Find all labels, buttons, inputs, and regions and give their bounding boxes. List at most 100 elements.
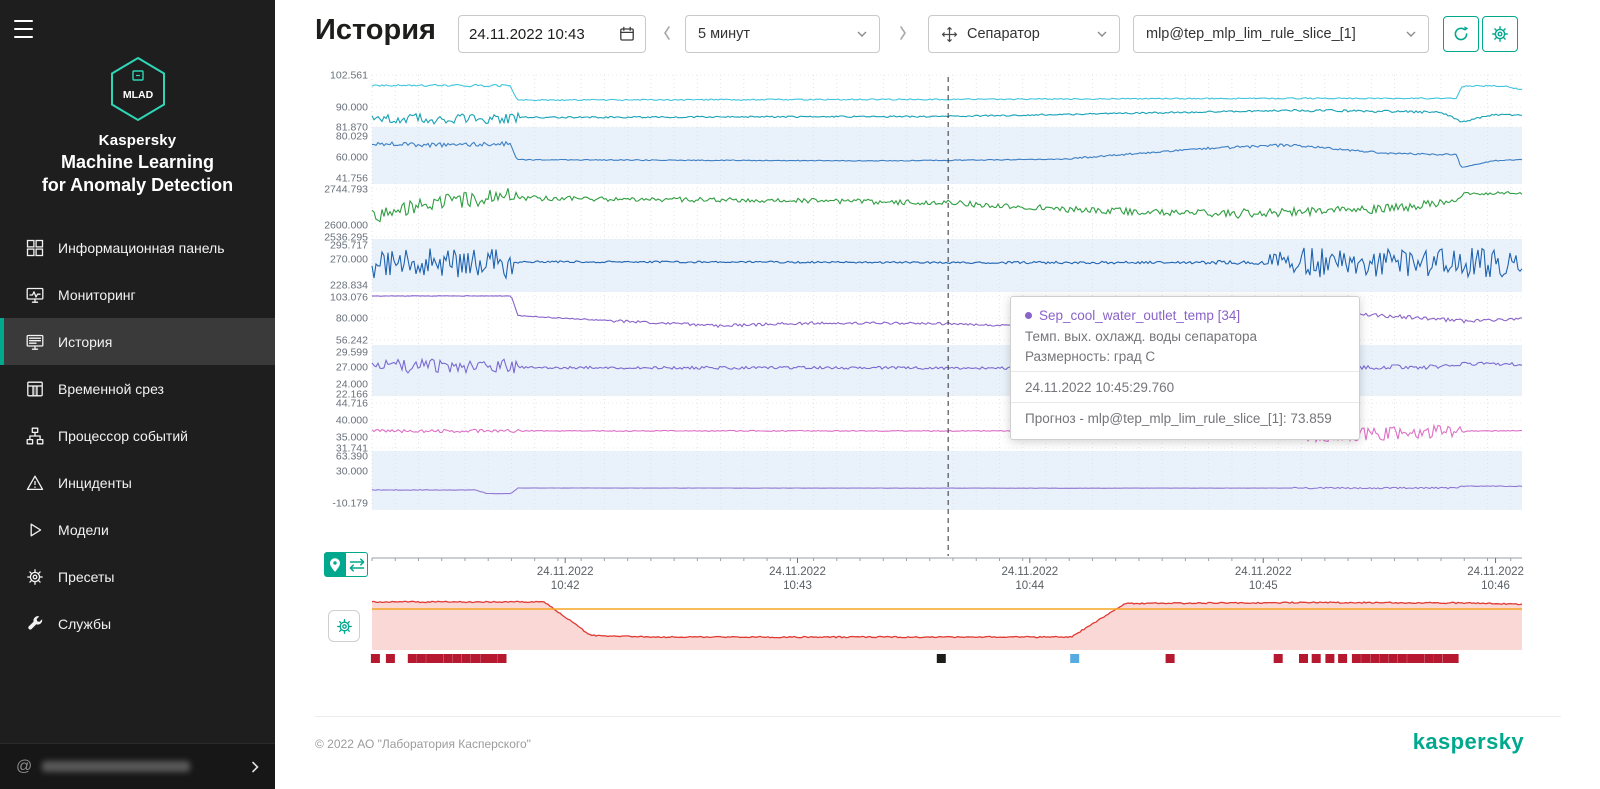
event-marker-red[interactable] [1325, 654, 1334, 663]
chevron-right-icon[interactable] [251, 761, 259, 773]
event-marker-red[interactable] [408, 654, 417, 663]
event-marker-red[interactable] [471, 654, 480, 663]
x-axis-label: 10:46 [1481, 580, 1510, 592]
y-axis-label: 2536.295 [324, 232, 368, 244]
series-line-1[interactable] [372, 84, 1522, 100]
event-marker-red[interactable] [417, 654, 426, 663]
y-axis-label: 24.000 [336, 379, 368, 391]
chevron-down-icon [1097, 31, 1107, 37]
y-axis-label: 27.000 [336, 362, 368, 374]
y-axis-label: 80.029 [336, 131, 368, 143]
model-select[interactable]: mlp@tep_mlp_lim_rule_slice_[1] [1133, 15, 1429, 53]
chart-tooltip: Sep_cool_water_outlet_temp [34] Темп. вы… [1010, 296, 1360, 440]
tooltip-series-title: Sep_cool_water_outlet_temp [34] [1025, 306, 1345, 326]
sidebar-item-presets[interactable]: Пресеты [0, 553, 275, 600]
y-axis-label: 30.000 [336, 466, 368, 478]
event-marker-red[interactable] [1434, 654, 1443, 663]
y-axis-label: 103.076 [330, 292, 368, 304]
dashboard-icon [26, 239, 44, 257]
user-account-strip[interactable]: @ [0, 743, 275, 789]
sidebar-item-incidents[interactable]: Инциденты [0, 459, 275, 506]
anomaly-score-line[interactable] [372, 601, 1522, 637]
chart-settings-button[interactable] [1482, 16, 1518, 52]
incidents-warning-icon [26, 474, 44, 492]
calendar-icon[interactable] [619, 26, 635, 42]
y-axis-label: -10.179 [332, 498, 368, 510]
series-line-4[interactable] [372, 188, 1522, 221]
series-line-3[interactable] [372, 142, 1522, 167]
sidebar-item-time-slice[interactable]: Временной срез [0, 365, 275, 412]
event-marker-red[interactable] [1361, 654, 1370, 663]
event-marker-red[interactable] [1424, 654, 1433, 663]
event-marker-red[interactable] [1338, 654, 1347, 663]
y-axis-label: 22.166 [336, 389, 368, 401]
event-marker-red[interactable] [371, 654, 380, 663]
series-line-2[interactable] [372, 109, 1522, 123]
step-back-button[interactable] [661, 24, 673, 42]
anomaly-settings-button[interactable] [328, 610, 360, 642]
event-marker-red[interactable] [426, 654, 435, 663]
swap-arrows-icon [348, 556, 366, 574]
event-marker-blue[interactable] [1070, 654, 1079, 663]
event-marker-red[interactable] [480, 654, 489, 663]
event-marker-red[interactable] [1407, 654, 1416, 663]
event-marker-red[interactable] [434, 654, 443, 663]
object-select[interactable]: Сепаратор [928, 15, 1120, 53]
series-line-5[interactable] [372, 248, 1522, 278]
menu-toggle-button[interactable] [14, 20, 36, 38]
sidebar-item-label: Модели [58, 522, 109, 538]
sidebar-item-label: Службы [58, 616, 111, 632]
y-axis-label: 102.561 [330, 70, 368, 82]
tooltip-description: Темп. вых. охлажд. воды сепаратора [1025, 326, 1345, 346]
sidebar-item-event-processor[interactable]: Процессор событий [0, 412, 275, 459]
timeseries-chart-canvas[interactable]: 102.56190.00081.87080.02960.00041.756274… [275, 0, 1600, 789]
event-marker-red[interactable] [1443, 654, 1452, 663]
event-marker-red[interactable] [453, 654, 462, 663]
step-forward-button[interactable] [897, 24, 909, 42]
copyright-text: © 2022 АО "Лаборатория Касперского" [315, 737, 531, 751]
datetime-picker[interactable]: 24.11.2022 10:43 [458, 15, 646, 53]
sidebar-item-history[interactable]: История [0, 318, 275, 365]
chart-band [372, 451, 1522, 510]
event-marker-red[interactable] [1389, 654, 1398, 663]
event-marker-red[interactable] [462, 654, 471, 663]
y-axis-label: 90.000 [336, 102, 368, 114]
event-marker-red[interactable] [1352, 654, 1361, 663]
mlad-logo-icon: MLAD [108, 56, 168, 122]
event-marker-red[interactable] [498, 654, 507, 663]
sidebar-item-label: Пресеты [58, 569, 114, 585]
y-axis-label: 2600.000 [324, 220, 368, 232]
interval-select[interactable]: 5 минут [685, 15, 880, 53]
event-marker-red[interactable] [443, 654, 452, 663]
event-marker-red[interactable] [1274, 654, 1283, 663]
sidebar-item-monitoring[interactable]: Мониторинг [0, 271, 275, 318]
event-marker-red[interactable] [488, 654, 497, 663]
compare-mode-button[interactable] [346, 552, 368, 577]
event-marker-red[interactable] [1370, 654, 1379, 663]
event-marker-red[interactable] [1415, 654, 1424, 663]
refresh-button[interactable] [1443, 16, 1479, 52]
model-select-value: mlp@tep_mlp_lim_rule_slice_[1] [1146, 26, 1356, 42]
event-marker-red[interactable] [1380, 654, 1389, 663]
time-slice-icon [26, 380, 44, 398]
x-axis-label: 24.11.2022 [769, 566, 826, 578]
page-title: История [315, 14, 436, 47]
y-axis-label: 63.390 [336, 451, 368, 463]
event-marker-red[interactable] [1398, 654, 1407, 663]
series-line-9[interactable] [372, 486, 1522, 494]
sidebar-item-dashboard[interactable]: Информационная панель [0, 224, 275, 271]
event-marker-red[interactable] [1312, 654, 1321, 663]
event-marker-red[interactable] [1166, 654, 1175, 663]
pin-cursor-button[interactable] [324, 552, 346, 577]
y-axis-label: 40.000 [336, 415, 368, 427]
y-axis-label: 2744.793 [324, 184, 368, 196]
sidebar-item-label: Мониторинг [58, 287, 136, 303]
history-icon [26, 333, 44, 351]
event-marker-red[interactable] [1450, 654, 1459, 663]
tooltip-divider [1011, 402, 1359, 403]
sidebar-item-models[interactable]: Модели [0, 506, 275, 553]
event-marker-red[interactable] [1299, 654, 1308, 663]
sidebar-item-services[interactable]: Службы [0, 600, 275, 647]
event-marker-black[interactable] [937, 654, 946, 663]
event-marker-red[interactable] [386, 654, 395, 663]
